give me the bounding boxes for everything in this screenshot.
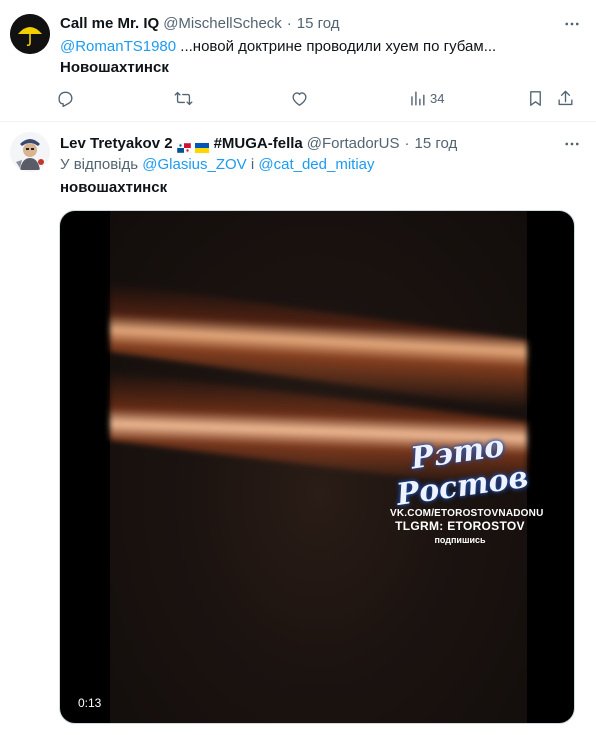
- separator: ·: [404, 135, 410, 152]
- user-handle[interactable]: @FortadorUS: [307, 134, 400, 154]
- bookmark-icon[interactable]: [526, 86, 545, 110]
- display-name[interactable]: Lev Tretyakov 2: [60, 134, 173, 154]
- tweet-1[interactable]: Call me Mr. IQ @MischellScheck · 15 год …: [0, 0, 596, 122]
- avatar[interactable]: [10, 132, 50, 172]
- views-count: 34: [430, 90, 445, 106]
- share-icon[interactable]: [556, 86, 575, 110]
- reply-prefix: У відповідь: [60, 156, 139, 173]
- video-duration: 0:13: [72, 695, 108, 711]
- like-icon[interactable]: [290, 86, 309, 110]
- more-icon[interactable]: [562, 134, 582, 154]
- ukraine-flag-icon: [194, 139, 209, 153]
- views-icon: [408, 89, 427, 108]
- panama-flag-icon: [176, 139, 191, 154]
- tweet-2[interactable]: Lev Tretyakov 2 #MUGA-fella @FortadorUS …: [0, 122, 596, 735]
- timestamp[interactable]: 15 год: [297, 14, 340, 34]
- more-icon[interactable]: [562, 14, 582, 34]
- user-handle[interactable]: @MischellScheck: [163, 14, 282, 34]
- tweet-header: Lev Tretyakov 2 #MUGA-fella @FortadorUS …: [60, 134, 457, 154]
- tweet-body: ...новой доктрине проводили хуем по губа…: [176, 38, 497, 55]
- watermark-title: Рэто Ростов: [394, 428, 531, 513]
- tweet-location-text: Новошахтинск: [60, 59, 169, 76]
- watermark-logo: Рэто Ростов VK.COM/ETOROSTOVNADONU TLGRM…: [390, 429, 543, 546]
- watermark-telegram: TLGRM: ETOROSTOV: [395, 519, 525, 533]
- display-name-suffix[interactable]: #MUGA-fella: [214, 134, 303, 154]
- avatar[interactable]: [10, 14, 50, 54]
- reply-mention-link[interactable]: @cat_ded_mitiay: [258, 156, 374, 173]
- display-name[interactable]: Call me Mr. IQ: [60, 14, 159, 34]
- views-button[interactable]: 34: [408, 86, 444, 110]
- reply-conjunction: і: [250, 156, 255, 173]
- video-player[interactable]: Рэто Ростов VK.COM/ETOROSTOVNADONU TLGRM…: [59, 210, 575, 724]
- reply-context: У відповідь @Glasius_ZOV і @cat_ded_miti…: [60, 155, 375, 175]
- mention-link[interactable]: @RomanTS1980: [60, 38, 176, 55]
- tweet-header: Call me Mr. IQ @MischellScheck · 15 год: [60, 14, 340, 34]
- reply-mention-link[interactable]: @Glasius_ZOV: [142, 156, 246, 173]
- timestamp[interactable]: 15 год: [415, 134, 458, 154]
- reply-icon[interactable]: [56, 86, 75, 110]
- action-bar: 34: [56, 86, 584, 110]
- watermark-subscribe: подпишись: [434, 535, 486, 545]
- retweet-icon[interactable]: [174, 86, 193, 110]
- tweet-body: новошахтинск: [60, 179, 168, 196]
- separator: ·: [286, 15, 292, 32]
- video-frame: Рэто Ростов VK.COM/ETOROSTOVNADONU TLGRM…: [110, 211, 543, 723]
- tweet-text: @RomanTS1980 ...новой доктрине проводили…: [60, 37, 496, 57]
